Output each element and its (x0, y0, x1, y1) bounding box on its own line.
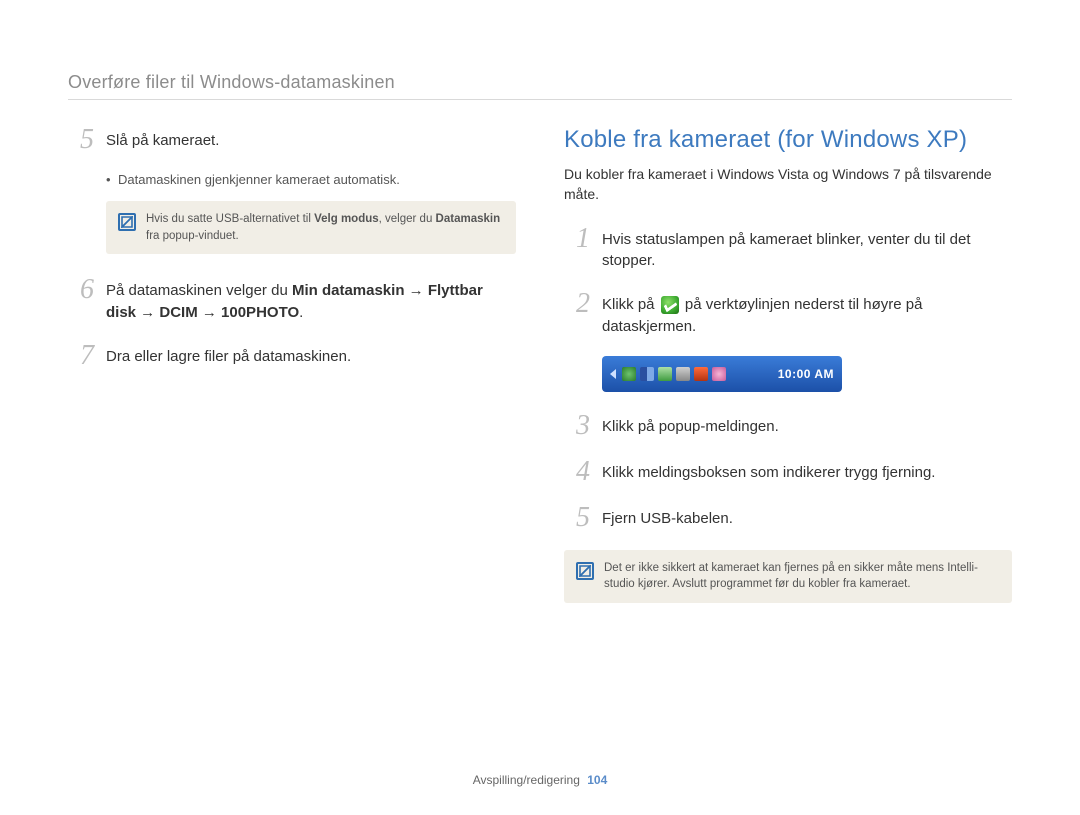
step-number: 1 (564, 225, 590, 253)
step-number: 4 (564, 458, 590, 486)
tray-icon (712, 367, 726, 381)
tray-icon (676, 367, 690, 381)
step-text: Slå på kameraet. (106, 126, 516, 152)
taskbar-arrow (610, 369, 616, 379)
step-number: 5 (564, 504, 590, 532)
right-column: Koble fra kameraet (for Windows XP) Du k… (564, 126, 1012, 625)
step-5-bullet: • Datamaskinen gjenkjenner kameraet auto… (106, 172, 516, 187)
tray-icon (658, 367, 672, 381)
note-icon (118, 213, 136, 231)
r-step-5: 5 Fjern USB-kabelen. (564, 504, 1012, 532)
bullet-dot: • (106, 172, 110, 187)
step-number: 6 (68, 276, 94, 304)
step-text: Klikk på på verktøylinjen nederst til hø… (602, 290, 1012, 338)
section-intro: Du kobler fra kameraet i Windows Vista o… (564, 164, 1012, 205)
bullet-text: Datamaskinen gjenkjenner kameraet automa… (118, 172, 400, 187)
step-text: Fjern USB-kabelen. (602, 504, 1012, 530)
step-number: 5 (68, 126, 94, 154)
info-note-1: Hvis du satte USB-alternativet til Velg … (106, 201, 516, 254)
manual-page: Overføre filer til Windows-datamaskinen … (0, 0, 1080, 815)
r-step-2: 2 Klikk på på verktøylinjen nederst til … (564, 290, 1012, 338)
step-text: Dra eller lagre filer på datamaskinen. (106, 342, 516, 368)
divider (68, 99, 1012, 100)
step-text: Hvis statuslampen på kameraet blinker, v… (602, 225, 1012, 273)
r-step-4: 4 Klikk meldingsboksen som indikerer try… (564, 458, 1012, 486)
page-footer: Avspilling/redigering 104 (0, 773, 1080, 787)
two-column-layout: 5 Slå på kameraet. • Datamaskinen gjenkj… (68, 126, 1012, 625)
step-number: 7 (68, 342, 94, 370)
note-icon (576, 562, 594, 580)
step-text: Klikk meldingsboksen som indikerer trygg… (602, 458, 1012, 484)
page-number: 104 (587, 773, 607, 787)
step-5: 5 Slå på kameraet. (68, 126, 516, 154)
step-text: Klikk på popup-meldingen. (602, 412, 1012, 438)
taskbar-clock: 10:00 AM (778, 367, 834, 381)
note-text: Hvis du satte USB-alternativet til Velg … (146, 211, 504, 244)
step-text: På datamaskinen velger du Min datamaskin… (106, 276, 516, 324)
tray-gear-icon (640, 367, 654, 381)
step-number: 3 (564, 412, 590, 440)
step-7: 7 Dra eller lagre filer på datamaskinen. (68, 342, 516, 370)
tray-icon (622, 367, 636, 381)
breadcrumb: Overføre filer til Windows-datamaskinen (68, 72, 1012, 93)
step-6: 6 På datamaskinen velger du Min datamask… (68, 276, 516, 324)
section-title: Koble fra kameraet (for Windows XP) (564, 126, 1012, 154)
system-tray (622, 367, 726, 381)
step-number: 2 (564, 290, 590, 318)
r-step-3: 3 Klikk på popup-meldingen. (564, 412, 1012, 440)
footer-section: Avspilling/redigering (473, 773, 580, 787)
info-note-2: Det er ikke sikkert at kameraet kan fjer… (564, 550, 1012, 603)
note-text: Det er ikke sikkert at kameraet kan fjer… (604, 560, 1000, 593)
tray-icon (694, 367, 708, 381)
windows-taskbar-image: 10:00 AM (602, 356, 842, 392)
r-step-1: 1 Hvis statuslampen på kameraet blinker,… (564, 225, 1012, 273)
left-column: 5 Slå på kameraet. • Datamaskinen gjenkj… (68, 126, 516, 625)
safely-remove-icon (661, 296, 679, 314)
